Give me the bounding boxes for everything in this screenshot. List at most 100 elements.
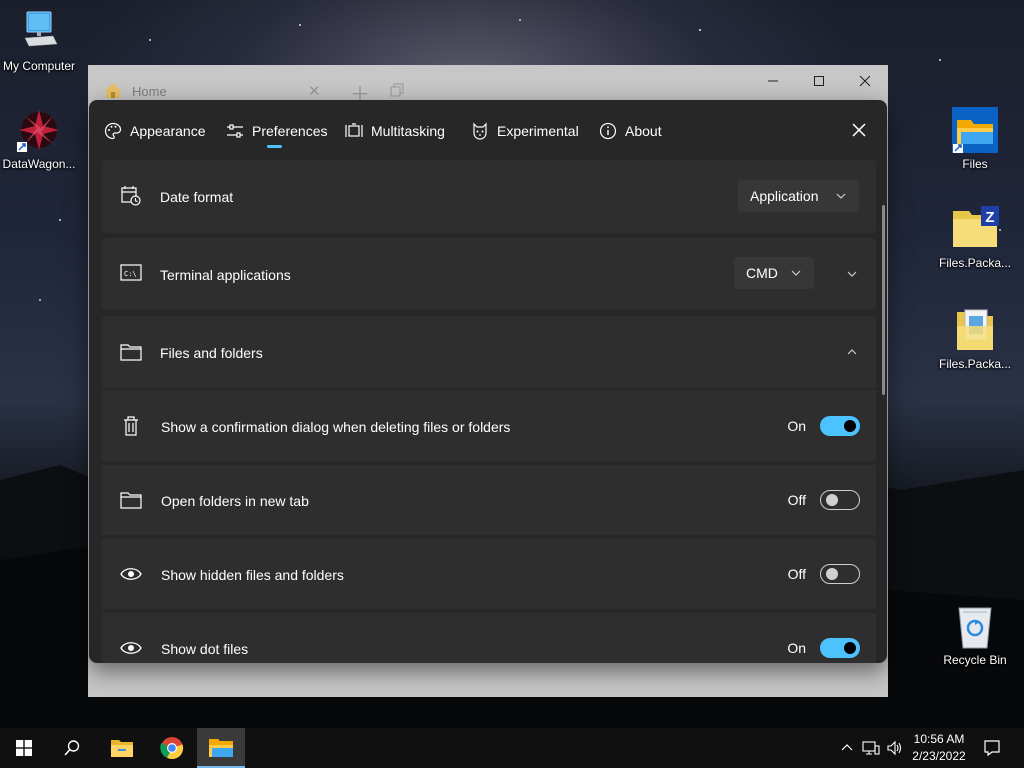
eye-icon (120, 640, 142, 661)
settings-nav: Appearance Preferences Multitasking Expe… (89, 100, 887, 160)
close-tab-icon[interactable]: ✕ (308, 82, 321, 100)
show-hidden-icons-button[interactable] (838, 728, 856, 768)
desktop-icon-label: Files (962, 157, 988, 171)
show-hidden-files-toggle[interactable] (820, 564, 860, 584)
settings-scrollbar[interactable] (882, 205, 885, 395)
desktop-icon-label: My Computer (2, 59, 76, 73)
dropdown-value: Application (750, 188, 819, 204)
maximize-button[interactable] (796, 65, 842, 97)
desktop-icon-files-package-installer[interactable]: Files.Packa... (933, 306, 1017, 371)
close-window-button[interactable] (842, 65, 888, 97)
sliders-icon (227, 124, 243, 138)
expand-chevron-icon[interactable] (846, 267, 858, 285)
volume-button[interactable] (884, 728, 906, 768)
open-folders-new-tab-option: Open folders in new tab Off (102, 465, 876, 535)
nav-label: Experimental (497, 123, 579, 139)
option-label: Show dot files (161, 641, 249, 657)
desktop-icon-recycle-bin[interactable]: Recycle Bin (933, 602, 1017, 667)
nav-label: Appearance (130, 123, 206, 139)
chrome-icon (160, 737, 184, 760)
close-dialog-icon[interactable] (849, 120, 869, 140)
setting-label: Date format (160, 189, 234, 205)
folder-icon (120, 343, 142, 366)
terminal-applications-setting[interactable]: C:\ Terminal applications CMD (102, 238, 876, 310)
chevron-up-icon (841, 744, 853, 751)
clock[interactable]: 10:56 AM 2/23/2022 (906, 731, 972, 765)
terminal-dropdown[interactable]: CMD (734, 257, 814, 289)
toggle-control: On (786, 416, 860, 436)
desktop-icon-my-computer[interactable]: My Computer (0, 8, 81, 73)
network-icon (862, 741, 880, 755)
eye-icon (120, 566, 142, 587)
notification-icon (984, 740, 1000, 757)
show-hidden-files-option: Show hidden files and folders Off (102, 539, 876, 609)
chrome-taskbar-button[interactable] (148, 728, 196, 768)
search-icon (64, 740, 80, 756)
multitasking-icon (345, 123, 363, 137)
windows-logo-icon (16, 740, 32, 756)
svg-text:Z: Z (985, 209, 994, 226)
files-and-folders-header[interactable]: Files and folders (102, 316, 876, 388)
desktop-icon-label: Files.Packa... (938, 357, 1012, 371)
dropdown-value: CMD (746, 265, 778, 281)
nav-experimental[interactable]: Experimental (471, 119, 579, 143)
file-explorer-taskbar-button[interactable] (98, 728, 146, 768)
setting-label: Terminal applications (160, 267, 291, 283)
desktop-icon-label: Recycle Bin (943, 653, 1007, 667)
date-format-dropdown[interactable]: Application (738, 180, 859, 212)
toggle-state-text: Off (787, 566, 806, 582)
chevron-up-icon[interactable] (846, 345, 858, 363)
terminal-icon: C:\ (120, 263, 142, 288)
nav-label: Preferences (252, 123, 328, 139)
open-folders-new-tab-toggle[interactable] (820, 490, 860, 510)
nav-label: About (625, 123, 662, 139)
show-dot-files-option: Show dot files On (102, 613, 876, 663)
speaker-icon (887, 740, 902, 756)
network-button[interactable] (860, 728, 882, 768)
nav-preferences[interactable]: Preferences (226, 119, 327, 143)
selected-nav-indicator (267, 145, 282, 148)
clock-time: 10:56 AM (913, 732, 965, 746)
file-explorer-icon (111, 740, 133, 757)
toggle-control: Off (786, 490, 860, 510)
desktop-icon-datawagon[interactable]: DataWagon... (0, 106, 81, 171)
desktop-icon-files-package-zip[interactable]: Z Files.Packa... (933, 205, 1017, 270)
info-icon (599, 122, 617, 140)
settings-content: Date format Application C:\ Terminal app… (102, 160, 876, 663)
files-app-icon (951, 106, 999, 154)
option-label: Show hidden files and folders (161, 567, 344, 583)
minimize-button[interactable] (750, 65, 796, 97)
clock-date: 2/23/2022 (912, 749, 966, 763)
nav-about[interactable]: About (599, 119, 662, 143)
palette-icon (104, 122, 122, 140)
package-installer-icon (951, 306, 999, 354)
desktop-icon-files[interactable]: Files (933, 106, 1017, 171)
action-center-button[interactable] (978, 728, 1006, 768)
nav-multitasking[interactable]: Multitasking (345, 119, 445, 143)
confirm-delete-toggle[interactable] (820, 416, 860, 436)
option-label: Open folders in new tab (161, 493, 309, 509)
desktop-icon-label: Files.Packa... (938, 256, 1012, 270)
option-label: Show a confirmation dialog when deleting… (161, 419, 511, 435)
setting-label: Files and folders (160, 345, 263, 361)
chevron-down-icon (790, 266, 802, 282)
svg-text:C:\: C:\ (124, 270, 137, 278)
computer-icon (15, 8, 63, 56)
chevron-down-icon (835, 189, 847, 205)
toggle-state-text: On (787, 640, 806, 656)
settings-dialog: Appearance Preferences Multitasking Expe… (89, 100, 887, 663)
desktop-icon-label: DataWagon... (2, 157, 76, 171)
nav-appearance[interactable]: Appearance (104, 119, 206, 143)
zip-folder-icon: Z (951, 205, 999, 253)
datawagon-logo-icon (15, 106, 63, 154)
search-button[interactable] (48, 728, 96, 768)
toggle-control: Off (786, 564, 860, 584)
files-taskbar-button[interactable] (197, 728, 245, 768)
show-dot-files-toggle[interactable] (820, 638, 860, 658)
files-app-icon (209, 739, 233, 757)
confirm-delete-option: Show a confirmation dialog when deleting… (102, 390, 876, 461)
taskbar: 10:56 AM 2/23/2022 (0, 728, 1024, 768)
cat-icon (473, 122, 487, 140)
tab-title: Home (132, 84, 167, 99)
start-button[interactable] (0, 728, 48, 768)
